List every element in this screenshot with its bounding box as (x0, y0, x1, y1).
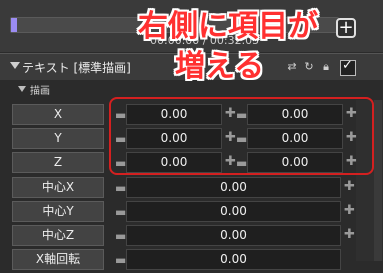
decrement-icon[interactable]: ▬ (115, 229, 126, 243)
annotation-line-1: 右側に項目が (138, 9, 318, 44)
annotation-callout: 右側に項目が 増える (138, 7, 338, 102)
layer-enable-checkbox[interactable] (340, 58, 356, 76)
param-label-center-z[interactable]: 中心Z (12, 225, 104, 246)
annotation-highlight-box (109, 97, 374, 175)
timeline-playhead[interactable] (11, 18, 17, 32)
collapse-triangle-icon[interactable] (10, 62, 20, 69)
layer-title: テキスト [標準描画] (22, 61, 131, 75)
plus-icon: + (338, 17, 354, 38)
param-row-center-x: 中心X ▬ 0.00 ✚ (0, 177, 383, 201)
increment-icon[interactable]: ✚ (344, 180, 355, 194)
param-label-x[interactable]: X (12, 104, 104, 125)
group-label: 描画 (30, 86, 50, 97)
param-label-x-rotation[interactable]: X軸回転 (12, 249, 104, 270)
param-row-center-z: 中心Z ▬ 0.00 ✚ (0, 225, 383, 249)
decrement-icon[interactable]: ▬ (115, 205, 126, 219)
param-label-center-x[interactable]: 中心X (12, 177, 104, 198)
param-center-x-value[interactable]: 0.00 (126, 177, 341, 198)
param-center-y-value[interactable]: 0.00 (126, 201, 341, 222)
param-row-x-rotation: X軸回転 ▬ 0.00 (0, 249, 383, 273)
annotation-line-2: 増える (175, 49, 265, 84)
param-label-y[interactable]: Y (12, 128, 104, 149)
group-collapse-icon[interactable] (18, 86, 26, 92)
param-label-z[interactable]: Z (12, 152, 104, 173)
decrement-icon[interactable]: ▬ (115, 181, 126, 195)
param-row-center-y: 中心Y ▬ 0.00 ✚ (0, 201, 383, 225)
param-center-z-value[interactable]: 0.00 (126, 225, 341, 246)
increment-icon[interactable]: ✚ (344, 228, 355, 242)
increment-icon[interactable]: ✚ (344, 204, 355, 218)
param-label-center-y[interactable]: 中心Y (12, 201, 104, 222)
param-x-rotation-value[interactable]: 0.00 (126, 249, 341, 270)
decrement-icon[interactable]: ▬ (115, 253, 126, 267)
add-layer-button[interactable]: + (336, 18, 356, 38)
